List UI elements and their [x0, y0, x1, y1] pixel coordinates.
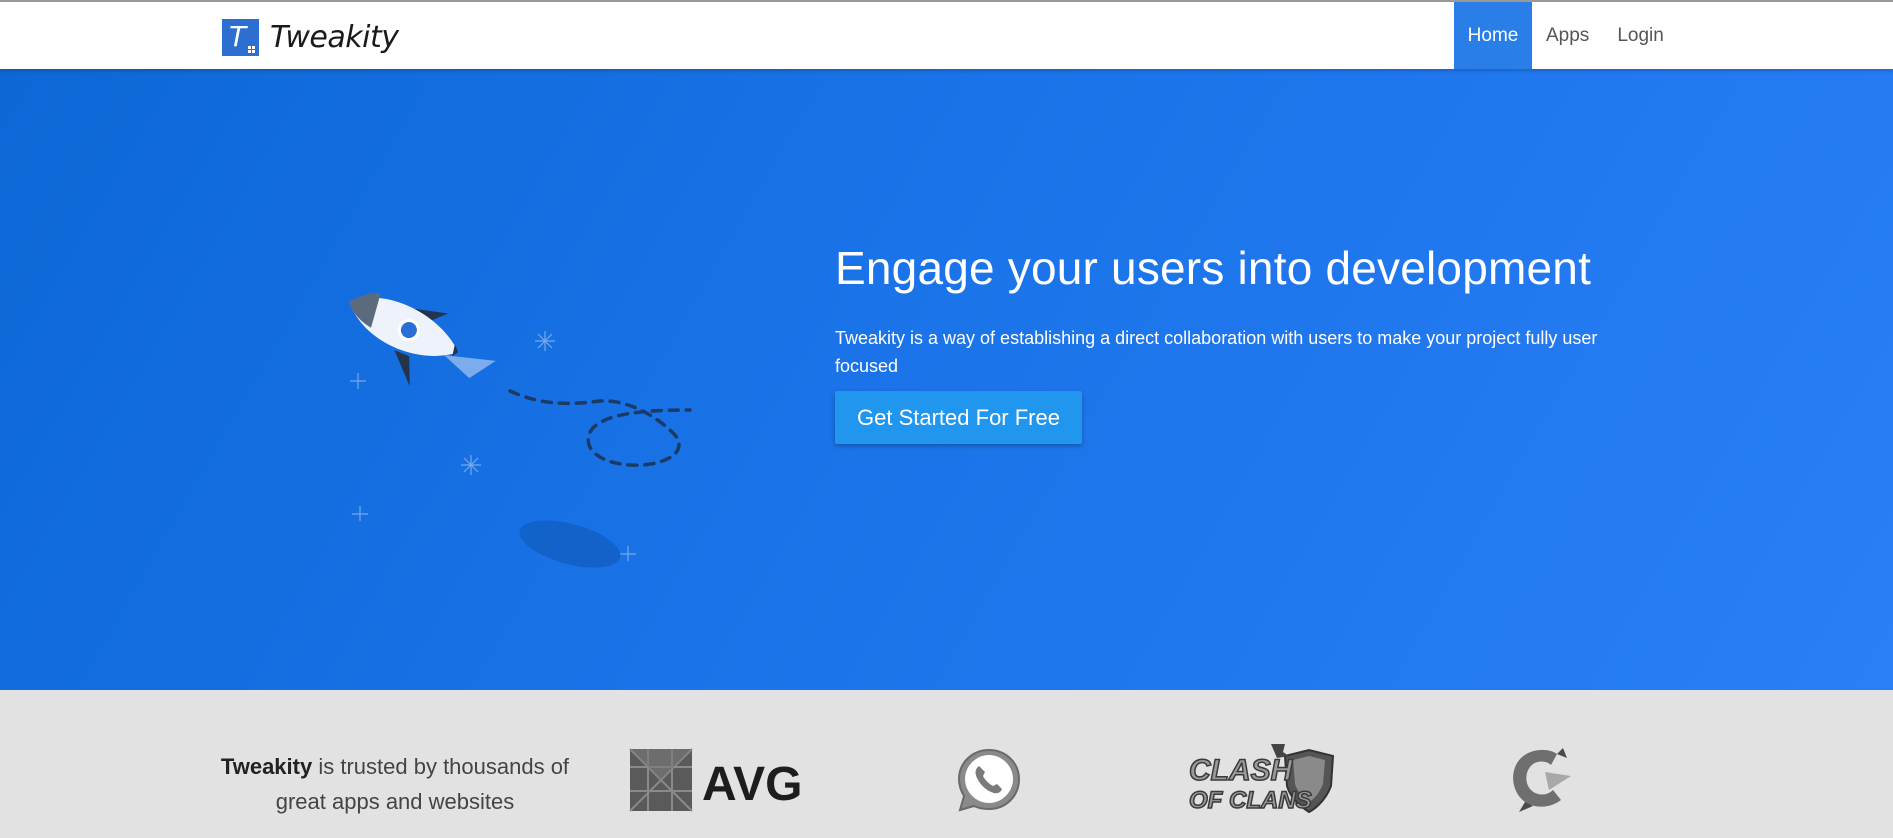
- trusted-text: Tweakity is trusted by thousands of grea…: [220, 749, 570, 819]
- trusted-text-rest: is trusted by thousands of great apps an…: [275, 754, 570, 814]
- clash-logo-text: CLASH: [1189, 754, 1294, 787]
- rocket-shadow: [519, 520, 621, 568]
- brand-link[interactable]: T Tweakity: [222, 17, 399, 57]
- avg-logo: AVG: [629, 748, 802, 812]
- brand-logo-letter: T: [229, 19, 247, 53]
- hero-section: Engage your users into development Tweak…: [0, 69, 1893, 690]
- nav-home[interactable]: Home: [1454, 2, 1532, 69]
- trusted-brand: Tweakity: [220, 754, 313, 779]
- rocket-illustration: [349, 292, 692, 568]
- hero-title: Engage your users into development: [835, 242, 1592, 294]
- avg-logo-text: AVG: [702, 758, 802, 811]
- navbar: T Tweakity Home Apps Login: [0, 2, 1893, 69]
- logo-dot: [252, 45, 255, 49]
- main-nav: Home Apps Login: [1454, 2, 1893, 69]
- ccleaner-logo: [1513, 748, 1571, 812]
- nav-login[interactable]: Login: [1603, 2, 1678, 69]
- clash-of-clans-logo: CLASH OF CLANS: [1188, 744, 1335, 815]
- rocket-icon: [349, 292, 496, 387]
- sparkle-icon: [350, 331, 636, 561]
- tweakity-logo-icon: T: [222, 18, 259, 56]
- whatsapp-logo: [957, 748, 1021, 812]
- rocket-trail: [508, 389, 692, 467]
- logo-dot: [252, 49, 255, 53]
- clans-logo-text: OF CLANS: [1189, 787, 1312, 814]
- trusted-by-section: Tweakity is trusted by thousands of grea…: [0, 690, 1893, 838]
- hero-description: Tweakity is a way of establishing a dire…: [835, 328, 1598, 376]
- get-started-button[interactable]: Get Started For Free: [835, 391, 1082, 444]
- ccleaner-icon: [1513, 748, 1571, 812]
- logo-dot: [248, 45, 251, 49]
- nav-apps[interactable]: Apps: [1532, 2, 1603, 69]
- brand-name: Tweakity: [270, 19, 399, 55]
- avg-cube-icon: [629, 748, 693, 812]
- logo-dot: [248, 49, 251, 53]
